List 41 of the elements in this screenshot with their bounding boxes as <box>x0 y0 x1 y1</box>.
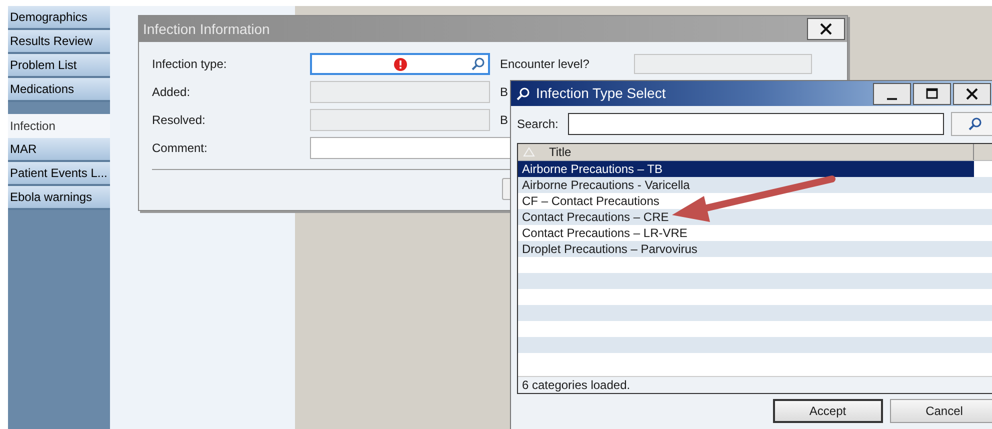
field-label: Encounter level? <box>500 56 590 73</box>
field-label: Infection type: <box>152 56 228 73</box>
minimize-icon <box>887 98 897 100</box>
sort-icon <box>523 147 535 157</box>
search-button[interactable] <box>951 112 992 136</box>
sidebar-item[interactable]: Demographics <box>8 6 110 30</box>
minimize-button[interactable] <box>873 82 911 104</box>
search-field[interactable] <box>568 113 944 135</box>
close-icon <box>966 88 978 100</box>
search-icon <box>471 57 485 71</box>
maximize-icon <box>926 88 938 99</box>
sidebar-item[interactable]: Infection <box>8 114 110 138</box>
sidebar-item[interactable]: Results Review <box>8 30 110 54</box>
maximize-button[interactable] <box>913 82 951 104</box>
table-row[interactable]: Airborne Precautions – TB <box>518 161 974 177</box>
sidebar-item[interactable]: Ebola warnings <box>8 186 110 210</box>
dialog-title: Infection Type Select <box>536 84 666 103</box>
table-row[interactable]: Contact Precautions – LR-VRE <box>518 225 974 241</box>
close-icon <box>820 23 832 35</box>
field-label: Added: <box>152 84 192 101</box>
accept-button[interactable]: Accept <box>773 399 882 423</box>
table-row[interactable]: CF – Contact Precautions <box>518 193 974 209</box>
field-label: B <box>500 84 508 101</box>
search-icon <box>968 117 982 131</box>
field-label: Comment: <box>152 140 208 157</box>
search-icon <box>516 86 530 100</box>
sidebar-item[interactable]: Patient Events L... <box>8 162 110 186</box>
cancel-button[interactable]: Cancel <box>890 399 992 423</box>
sidebar-item[interactable]: MAR <box>8 138 110 162</box>
dialog-title: Infection Information <box>143 20 270 38</box>
encounter-level-field[interactable] <box>634 54 812 74</box>
search-label: Search: <box>517 116 560 133</box>
field-label: B <box>500 112 508 129</box>
field-label: Resolved: <box>152 112 206 129</box>
close-button[interactable] <box>807 18 845 40</box>
infection-type-field[interactable] <box>310 53 490 75</box>
error-icon <box>394 58 407 71</box>
sidebar-item[interactable]: Problem List <box>8 54 110 78</box>
status-text: 6 categories loaded. <box>522 377 630 394</box>
close-button[interactable] <box>953 82 991 104</box>
sidebar-item[interactable]: Medications <box>8 78 110 102</box>
